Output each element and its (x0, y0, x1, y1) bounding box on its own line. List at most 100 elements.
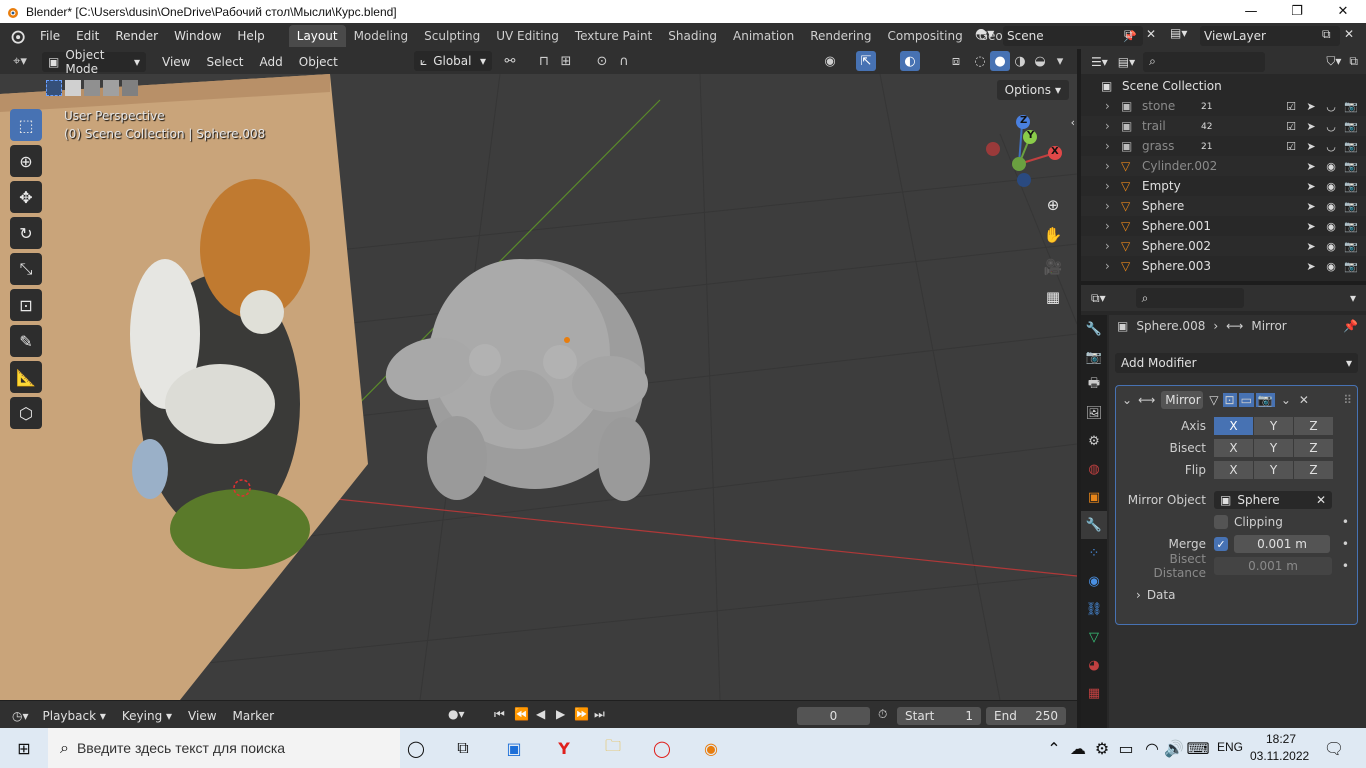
menu-edit[interactable]: Edit (68, 25, 107, 47)
scene-field[interactable]: Scene 📌 (1003, 26, 1143, 46)
pan-hand-icon[interactable]: ✋ (1040, 222, 1066, 248)
select-toggle-icon[interactable]: ➤ (1304, 160, 1318, 173)
options-button[interactable]: Options ▾ (996, 80, 1069, 100)
modifier-tab-icon[interactable]: 🔧 (1081, 511, 1107, 539)
add-cube-tool-icon[interactable]: ⬡ (10, 397, 42, 429)
show-hidden-icons-icon[interactable]: ⌃ (1042, 736, 1066, 760)
menu-file[interactable]: File (32, 25, 68, 47)
windows-start-icon[interactable]: ⊞ (12, 736, 36, 760)
network-icon[interactable]: ◠ (1140, 736, 1164, 760)
exclude-checkbox-icon[interactable]: ☑ (1284, 100, 1298, 113)
add-modifier-dropdown[interactable]: Add Modifier ▾ (1115, 353, 1358, 373)
opera-icon[interactable]: ◯ (650, 736, 674, 760)
bisect-z-toggle[interactable]: Z (1294, 439, 1333, 457)
expand-chevron-icon[interactable]: › (1105, 179, 1110, 193)
select-toggle-icon[interactable]: ➤ (1304, 100, 1318, 113)
clear-icon[interactable]: ✕ (1316, 493, 1326, 507)
touch-keyboard-icon[interactable]: ⌨ (1186, 736, 1210, 760)
proportional-edit-icon[interactable]: ⊙ (592, 51, 612, 71)
3d-viewport[interactable]: User Perspective (0) Scene Collection | … (0, 74, 1077, 700)
exclude-checkbox-icon[interactable]: ☑ (1284, 140, 1298, 153)
select-box-tool-icon[interactable]: ⬚ (10, 109, 42, 141)
store-icon[interactable]: ▣ (502, 736, 526, 760)
notifications-icon[interactable]: 🗨 (1322, 736, 1346, 760)
outliner-scene-collection[interactable]: ▣ Scene Collection (1081, 76, 1366, 96)
texture-tab-icon[interactable]: ▦ (1081, 679, 1107, 707)
mode-dropdown[interactable]: ▣ Object Mode ▾ (42, 48, 146, 76)
select-box-subtract-icon[interactable] (84, 80, 100, 96)
annotate-tool-icon[interactable]: ✎ (10, 325, 42, 357)
menu-render[interactable]: Render (107, 25, 166, 47)
blender-menu-icon[interactable] (8, 27, 26, 45)
clipping-checkbox[interactable] (1214, 515, 1228, 529)
jump-keyframe-back-icon[interactable]: ⏪ (514, 707, 529, 721)
new-scene-icon[interactable]: ⧉ (1124, 27, 1133, 42)
maximize-button[interactable]: ❐ (1274, 0, 1320, 23)
taskbar-search-input[interactable]: ⌕ Введите здесь текст для поиска (48, 728, 400, 768)
outliner-item[interactable]: › ▽ Sphere.001 ➤ ◉ 📷 (1081, 216, 1366, 236)
falloff-icon[interactable]: ∩ (614, 51, 634, 71)
tray-app-icon[interactable]: ☁ (1066, 736, 1090, 760)
select-toggle-icon[interactable]: ➤ (1304, 220, 1318, 233)
visibility-icon[interactable]: ◉ (820, 51, 840, 71)
rendered-shading-icon[interactable]: ◒ (1030, 51, 1050, 71)
bisect-distance-field[interactable]: 0.001 m (1214, 557, 1332, 575)
menu-window[interactable]: Window (166, 25, 229, 47)
expand-chevron-icon[interactable]: › (1105, 119, 1110, 133)
hide-toggle-icon[interactable]: ◉ (1324, 160, 1338, 173)
hide-toggle-icon[interactable]: ◡ (1324, 100, 1338, 113)
clock-time[interactable]: 18:27 (1266, 732, 1296, 746)
tab-uv-editing[interactable]: UV Editing (488, 25, 567, 47)
modifier-name-field[interactable]: Mirror (1161, 391, 1204, 409)
material-tab-icon[interactable]: ◕ (1081, 651, 1107, 679)
transform-tool-icon[interactable]: ⊡ (10, 289, 42, 321)
tab-animation[interactable]: Animation (725, 25, 802, 47)
zoom-icon[interactable]: ⊕ (1040, 192, 1066, 218)
render-toggle-icon[interactable]: 📷 (1344, 120, 1358, 133)
constraints-tab-icon[interactable]: ⛓ (1081, 595, 1107, 623)
volume-icon[interactable]: 🔊 (1162, 736, 1186, 760)
menu-add[interactable]: Add (252, 55, 291, 69)
cortana-icon[interactable]: ◯ (404, 736, 428, 760)
close-button[interactable]: ✕ (1320, 0, 1366, 23)
tab-sculpting[interactable]: Sculpting (416, 25, 488, 47)
menu-view[interactable]: View (154, 55, 198, 69)
outliner-item[interactable]: › ▽ Sphere.003 ➤ ◉ 📷 (1081, 256, 1366, 276)
world-tab-icon[interactable]: ◍ (1081, 455, 1107, 483)
expand-chevron-icon[interactable]: › (1105, 159, 1110, 173)
blender-taskbar-icon[interactable]: ◉ (699, 736, 723, 760)
axis-x-toggle[interactable]: X (1214, 417, 1253, 435)
current-frame-field[interactable]: 0 (797, 707, 870, 725)
scene-tab-icon[interactable]: ⚙ (1081, 427, 1107, 455)
particles-tab-icon[interactable]: ⁘ (1081, 539, 1107, 567)
jump-keyframe-forward-icon[interactable]: ⏩ (574, 707, 589, 721)
tab-compositing[interactable]: Compositing (879, 25, 970, 47)
language-indicator[interactable]: ENG (1217, 740, 1243, 754)
new-collection-icon[interactable]: ⧉ (1349, 54, 1358, 69)
animate-dot-icon[interactable]: • (1342, 537, 1349, 551)
snap-target-icon[interactable]: ⊞ (556, 51, 576, 71)
hide-toggle-icon[interactable]: ◡ (1324, 140, 1338, 153)
end-frame-field[interactable]: End 250 (986, 707, 1066, 725)
expand-chevron-icon[interactable]: › (1105, 259, 1110, 273)
solid-shading-icon[interactable]: ● (990, 51, 1010, 71)
editor-type-icon[interactable]: ⌖▾ (10, 52, 30, 72)
animate-dot-icon[interactable]: • (1342, 559, 1349, 573)
expand-chevron-icon[interactable]: › (1105, 99, 1110, 113)
select-box-invert-icon[interactable] (103, 80, 119, 96)
outliner-item[interactable]: › ▣ grass 21 ☑ ➤ ◡ 📷 (1081, 136, 1366, 156)
hide-toggle-icon[interactable]: ◉ (1324, 240, 1338, 253)
play-icon[interactable]: ▶ (556, 707, 565, 721)
timeline-editor-icon[interactable]: ◷▾ (12, 709, 29, 723)
hide-toggle-icon[interactable]: ◉ (1324, 220, 1338, 233)
flip-z-toggle[interactable]: Z (1294, 461, 1333, 479)
render-toggle-icon[interactable]: 📷 (1344, 100, 1358, 113)
axis-y-toggle[interactable]: Y (1254, 417, 1293, 435)
menu-marker[interactable]: Marker (225, 709, 282, 723)
select-toggle-icon[interactable]: ➤ (1304, 140, 1318, 153)
outliner-item[interactable]: › ▽ Sphere.002 ➤ ◉ 📷 (1081, 236, 1366, 256)
snap-icon[interactable]: ⊓ (534, 51, 554, 71)
merge-checkbox[interactable]: ✓ (1214, 537, 1228, 551)
scene-selector-icon[interactable]: ◓▾ (975, 26, 994, 42)
edit-mode-cage-icon[interactable]: ▽ (1209, 393, 1218, 407)
